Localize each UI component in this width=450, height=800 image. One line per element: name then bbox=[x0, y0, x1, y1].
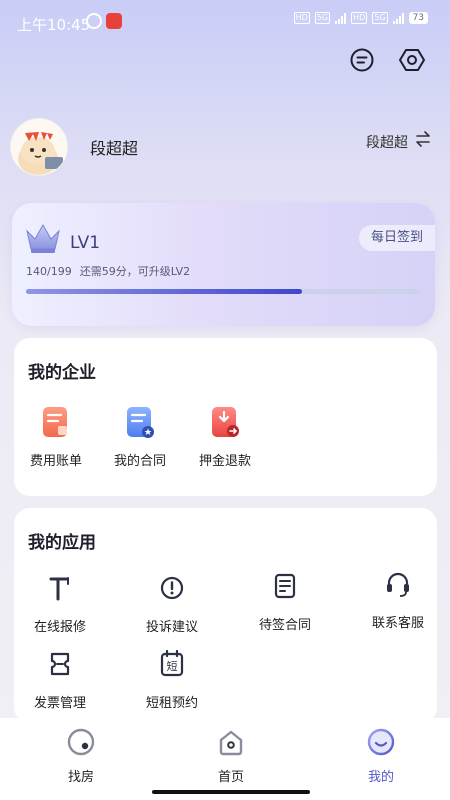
short-rent-glyph: 短 bbox=[167, 659, 178, 673]
complaint-button[interactable]: 投诉建议 bbox=[132, 570, 212, 635]
tab-label-home: 首页 bbox=[217, 770, 244, 785]
bill-button[interactable]: 费用账单 bbox=[16, 404, 96, 469]
tab-home[interactable]: 首页 bbox=[191, 726, 271, 785]
apps-title: 我的应用 bbox=[28, 533, 96, 553]
switch-account-name[interactable]: 段超超 bbox=[366, 132, 408, 152]
tab-label-find-house: 找房 bbox=[67, 770, 94, 785]
contract-label: 我的合同 bbox=[113, 454, 166, 469]
app-notification-icon bbox=[106, 13, 122, 29]
user-name[interactable]: 段超超 bbox=[90, 135, 138, 159]
bill-icon bbox=[38, 404, 74, 440]
upgrade-hint: 还需59分，可升级LV2 bbox=[79, 265, 191, 278]
alarm-icon bbox=[86, 13, 102, 29]
pending-contract-button[interactable]: 待签合同 bbox=[245, 568, 325, 633]
message-icon[interactable] bbox=[348, 46, 376, 74]
tab-mine[interactable]: 我的 bbox=[341, 726, 421, 785]
invoice-button[interactable]: 发票管理 bbox=[20, 646, 100, 711]
daily-checkin-button[interactable]: 每日签到 bbox=[358, 225, 435, 251]
enterprise-title: 我的企业 bbox=[28, 363, 96, 383]
refund-label: 押金退款 bbox=[198, 454, 251, 469]
status-bar: 上午10:45 HD 5G HD 5G 73 bbox=[0, 0, 450, 42]
customer-service-button[interactable]: 联系客服 bbox=[358, 566, 438, 631]
headset-icon bbox=[380, 566, 416, 602]
short-rent-button[interactable]: 短 短租预约 bbox=[132, 646, 212, 711]
switch-arrows-icon[interactable] bbox=[414, 130, 432, 148]
level-progress-fill bbox=[26, 289, 302, 294]
enterprise-section: 我的企业 费用账单 我的合同 押金退款 bbox=[14, 338, 437, 496]
network-label-1: 5G bbox=[314, 12, 331, 24]
pending-contract-label: 待签合同 bbox=[258, 618, 311, 633]
hd-icon: HD bbox=[351, 12, 368, 24]
settings-hex-icon[interactable] bbox=[398, 46, 426, 74]
apps-section: 我的应用 在线报修 投诉建议 待签合同 联系客服 发票管理 短 短租预约 bbox=[14, 508, 437, 723]
pending-contract-icon bbox=[267, 568, 303, 604]
level-progress-bar bbox=[26, 289, 420, 294]
contract-button[interactable]: 我的合同 bbox=[100, 404, 180, 469]
tab-bar: 找房 首页 我的 bbox=[0, 718, 450, 800]
find-house-icon bbox=[65, 726, 97, 758]
home-icon bbox=[215, 726, 247, 758]
tab-label-mine: 我的 bbox=[367, 770, 394, 785]
level-label: LV1 bbox=[70, 233, 101, 253]
repair-icon bbox=[42, 570, 78, 606]
level-progress-text: 140/199 还需59分，可升级LV2 bbox=[26, 263, 190, 279]
complaint-label: 投诉建议 bbox=[145, 620, 198, 635]
tab-find-house[interactable]: 找房 bbox=[41, 726, 121, 785]
hd-icon: HD bbox=[293, 12, 310, 24]
avatar[interactable] bbox=[10, 118, 68, 176]
short-rent-label: 短租预约 bbox=[145, 696, 198, 711]
invoice-icon bbox=[42, 646, 78, 682]
repair-button[interactable]: 在线报修 bbox=[20, 570, 100, 635]
refund-icon bbox=[207, 404, 243, 440]
status-time: 上午10:45 bbox=[17, 16, 91, 34]
status-indicators: HD 5G HD 5G 73 bbox=[293, 12, 428, 24]
refund-button[interactable]: 押金退款 bbox=[185, 404, 265, 469]
level-card[interactable]: LV1 每日签到 140/199 还需59分，可升级LV2 bbox=[12, 203, 435, 326]
signal-icon bbox=[335, 12, 347, 24]
customer-service-label: 联系客服 bbox=[371, 616, 424, 631]
bill-label: 费用账单 bbox=[29, 454, 82, 469]
crown-icon bbox=[24, 221, 62, 255]
contract-icon bbox=[122, 404, 158, 440]
repair-label: 在线报修 bbox=[33, 620, 86, 635]
short-rent-icon: 短 bbox=[154, 646, 190, 682]
signal-icon bbox=[392, 12, 404, 24]
home-indicator bbox=[152, 790, 310, 794]
network-label-2: 5G bbox=[372, 12, 388, 24]
mine-icon bbox=[365, 726, 397, 758]
complaint-icon bbox=[154, 570, 190, 606]
level-points: 140/199 bbox=[26, 265, 72, 278]
battery-indicator: 73 bbox=[408, 12, 428, 24]
invoice-label: 发票管理 bbox=[33, 696, 86, 711]
